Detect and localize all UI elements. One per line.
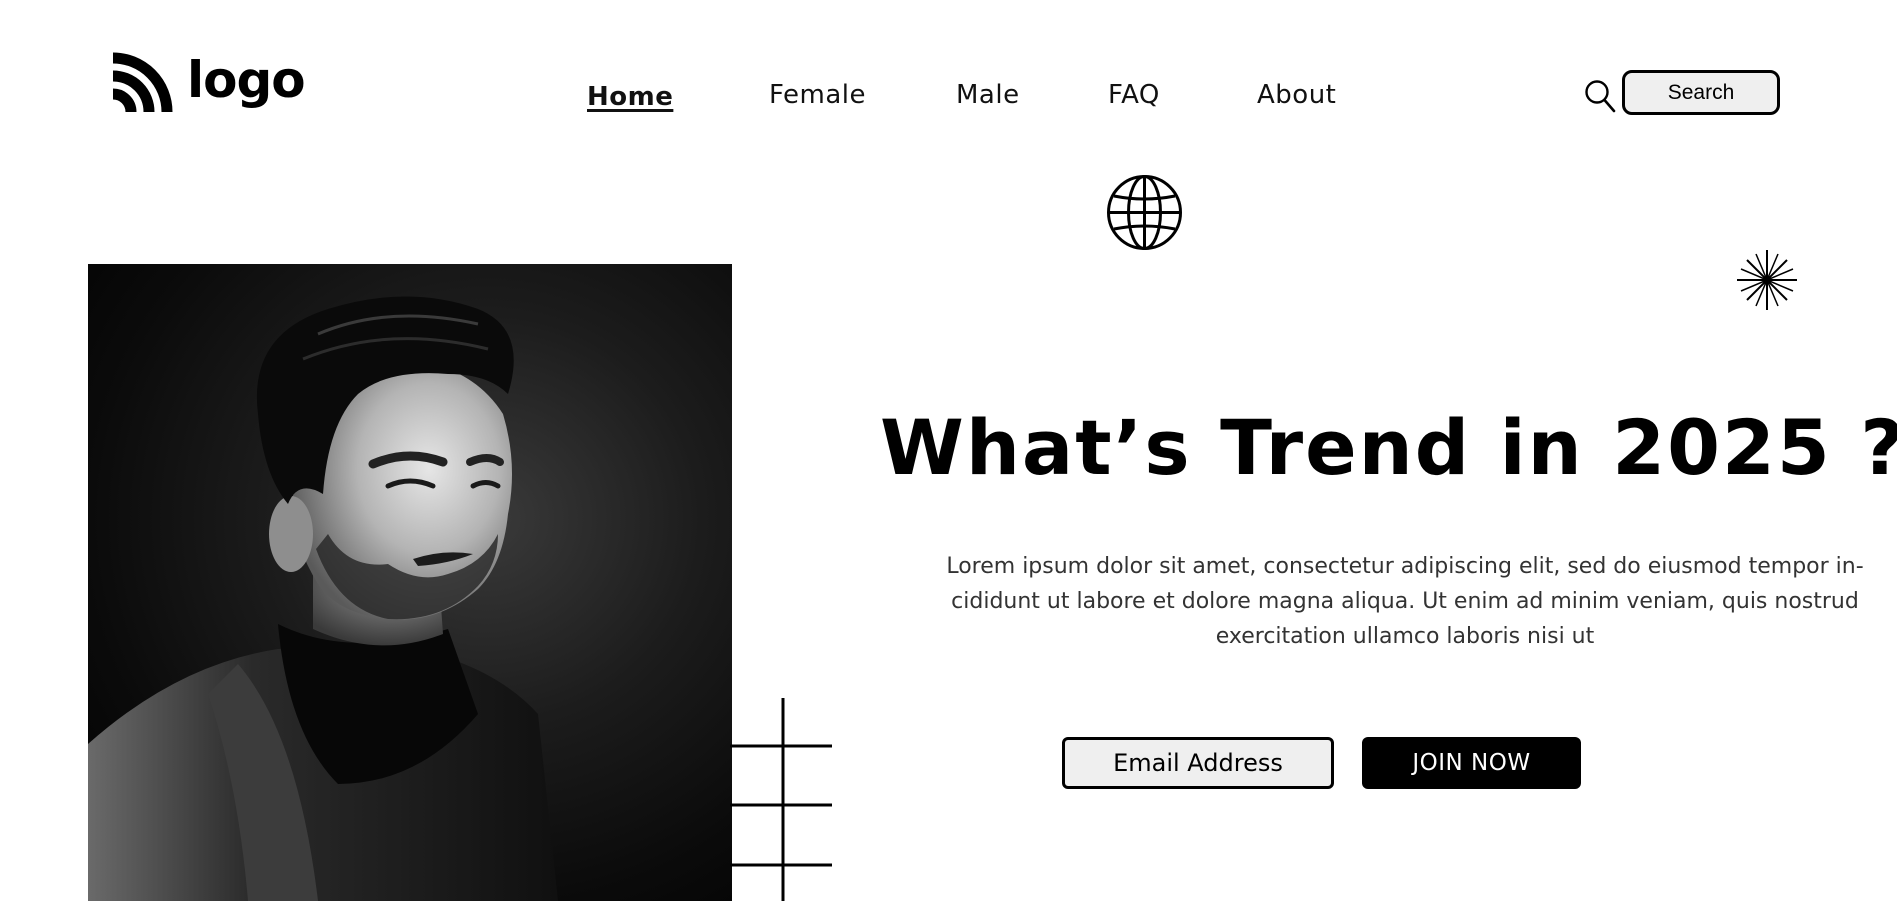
email-field[interactable] (1062, 737, 1334, 789)
portrait-illustration (88, 296, 558, 901)
hero-subtitle: Lorem ipsum dolor sit amet, consectetur … (946, 554, 1864, 649)
nav-item-female[interactable]: Female (769, 80, 866, 110)
globe-icon (1107, 175, 1182, 250)
join-now-button[interactable]: JOIN NOW (1362, 737, 1581, 789)
hero-portrait-image (88, 264, 732, 901)
landing-page: logo Home Female Male FAQ About Search W… (0, 0, 1897, 901)
search-icon[interactable] (1584, 79, 1616, 113)
nav-item-male[interactable]: Male (956, 80, 1020, 110)
sparkle-icon (1737, 250, 1797, 310)
nav-item-home[interactable]: Home (587, 82, 673, 112)
nav-item-faq[interactable]: FAQ (1108, 80, 1160, 110)
search-button[interactable]: Search (1622, 70, 1780, 115)
nav-item-about[interactable]: About (1257, 80, 1336, 110)
grid-lines-icon (730, 698, 832, 901)
hero-title: What’s Trend in 2025 ? (880, 403, 1897, 492)
